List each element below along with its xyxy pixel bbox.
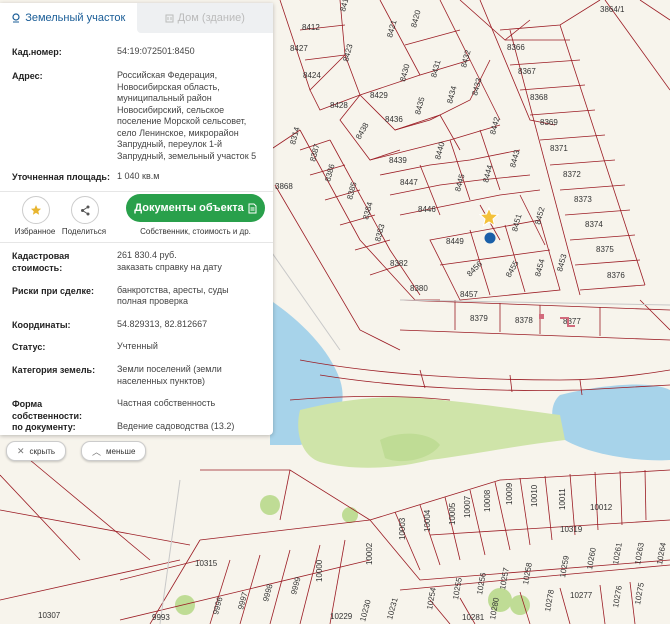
chevron-up-icon: ︿	[92, 446, 102, 457]
parcel-label: 8424	[303, 71, 321, 80]
parcel-label: 8379	[470, 314, 488, 323]
cadnum-value[interactable]: 54:19:072501:8450	[117, 46, 267, 58]
parcel-label: 10003	[398, 517, 407, 540]
risks-label: Риски при сделке:	[12, 286, 94, 296]
area-label: Уточненная площадь:	[12, 172, 110, 182]
hide-button[interactable]: ✕ скрыть	[6, 441, 67, 461]
parcel-label: 10008	[483, 489, 492, 512]
parcel-label: 10315	[195, 559, 218, 568]
category-value: Земли поселений (земли населенных пункто…	[117, 364, 222, 386]
parcel-label: 10004	[423, 509, 432, 532]
star-icon	[31, 205, 41, 215]
building-icon	[165, 14, 174, 22]
coords-label: Координаты:	[12, 320, 71, 330]
status-label: Статус:	[12, 342, 46, 352]
parcel-label: 10281	[462, 613, 485, 622]
tree-3	[175, 595, 195, 615]
parcel-label: 10002	[365, 542, 374, 565]
area-value: 1 040 кв.м	[117, 171, 160, 181]
tab-building[interactable]: Дом (здание)	[136, 3, 273, 33]
parcel-label: 8447	[400, 178, 418, 187]
close-icon: ✕	[17, 445, 25, 456]
panel-tabs: Земельный участок Дом (здание)	[0, 3, 273, 33]
parcel-label: 8380	[410, 284, 428, 293]
parcel-label: 10307	[38, 611, 61, 620]
parcel-label: 8446	[418, 205, 436, 214]
parcel-label: 8373	[574, 195, 592, 204]
parcel-label: 8369	[540, 118, 558, 127]
parcel-label: 8428	[330, 101, 348, 110]
parcel-label: 8366	[507, 43, 525, 52]
parcel-label: 10007	[463, 495, 472, 518]
parcel-label: 10010	[530, 484, 539, 507]
hide-label: скрыть	[29, 446, 56, 456]
documents-button[interactable]: Документы объекта	[126, 194, 265, 222]
tree-5	[510, 595, 530, 615]
share-label: Поделиться	[61, 227, 107, 236]
documents-subtitle: Собственник, стоимость и др.	[140, 227, 251, 236]
parcel-label: 8367	[518, 67, 536, 76]
parcel-label: 8457	[460, 290, 478, 299]
parcel-label: 3868	[275, 182, 293, 191]
cost-link[interactable]: заказать справку на дату	[117, 262, 267, 274]
parcel-label: 8439	[389, 156, 407, 165]
building-marker	[539, 314, 544, 319]
parcel-info-panel: Земельный участок Дом (здание) Кад.номер…	[0, 3, 273, 435]
tab-building-label: Дом (здание)	[177, 12, 245, 24]
cost-value: 261 830.4 руб.	[117, 250, 177, 260]
parcel-label: 8429	[370, 91, 388, 100]
address-value: Российская Федерация, Новосибирская обла…	[117, 70, 257, 161]
tab-land-plot-label: Земельный участок	[25, 12, 126, 24]
bydoc-label: по документу:	[12, 422, 76, 432]
parcel-label: 8376	[607, 271, 625, 280]
favorite-button[interactable]	[22, 196, 50, 224]
category-label: Категория земель:	[12, 365, 96, 375]
cadnum-label: Кад.номер:	[12, 47, 62, 57]
location-dot-icon	[484, 232, 496, 244]
tree-1	[260, 495, 280, 515]
ownership-label: Форма собственности:	[12, 399, 82, 421]
parcel-label: 10012	[590, 503, 613, 512]
less-label: меньше	[106, 446, 136, 456]
parcel-label: 8378	[515, 316, 533, 325]
parcel-label: 10011	[558, 488, 567, 510]
parcel-label: 8382	[390, 259, 408, 268]
parcel-label: 10005	[448, 502, 457, 525]
parcel-label: 8372	[563, 170, 581, 179]
parcel-label: 8449	[446, 237, 464, 246]
risks-value: банкротства, аресты, суды	[117, 285, 229, 295]
parcel-label: 9993	[152, 613, 170, 622]
cost-label: Кадастровая стоимость:	[12, 251, 70, 273]
parcel-label: 8368	[530, 93, 548, 102]
location-pin-icon	[12, 13, 20, 23]
less-button[interactable]: ︿ меньше	[81, 441, 147, 461]
coords-value: 54.829313, 82.812667	[117, 319, 208, 329]
parcel-label: 8412	[302, 23, 320, 32]
parcel-label: 8371	[550, 144, 568, 153]
parcel-label: 8375	[596, 245, 614, 254]
parcel-label: 8427	[290, 44, 308, 53]
tree-2	[342, 507, 358, 523]
share-icon	[80, 205, 89, 215]
tab-land-plot[interactable]: Земельный участок	[0, 3, 137, 33]
parcel-label: 10009	[505, 482, 514, 505]
parcel-label: 8374	[585, 220, 603, 229]
risks-link[interactable]: полная проверка	[117, 296, 267, 308]
bydoc-value: Ведение садоводства (13.2)	[117, 421, 235, 431]
parcel-label: 10229	[330, 612, 353, 621]
parcel-label: 10000	[315, 559, 324, 582]
parcel-label: 10319	[560, 525, 583, 534]
parcel-label: 10277	[570, 591, 593, 600]
document-icon	[248, 203, 257, 213]
ownership-value: Частная собственность	[117, 398, 216, 408]
share-button[interactable]	[71, 196, 99, 224]
documents-button-label: Документы объекта	[134, 202, 244, 214]
parcel-label: 3864/1	[600, 5, 625, 14]
status-value: Учтенный	[117, 341, 158, 351]
address-label: Адрес:	[12, 71, 43, 81]
parcel-label: 8436	[385, 115, 403, 124]
